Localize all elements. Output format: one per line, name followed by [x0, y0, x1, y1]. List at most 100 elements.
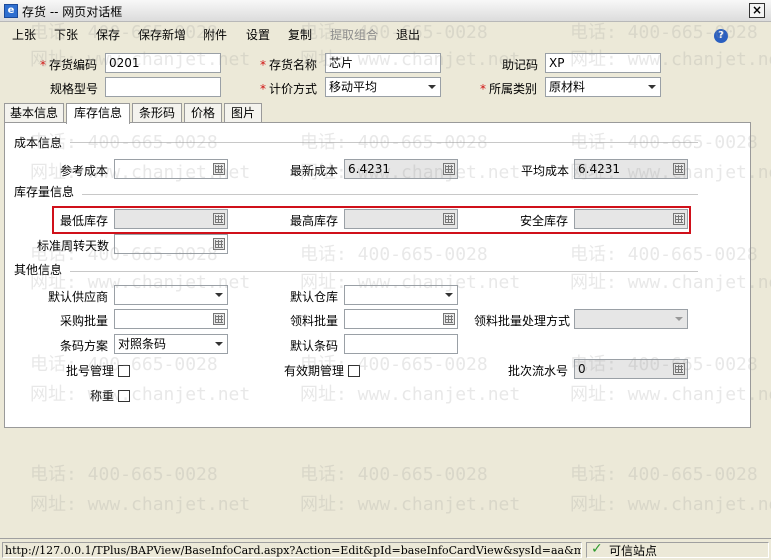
safe-stock-field[interactable]	[574, 209, 688, 229]
issue-method-select	[574, 309, 688, 329]
min-stock-field[interactable]	[114, 209, 228, 229]
weighing-label: 称重	[90, 389, 115, 403]
status-url: http://127.0.0.1/TPlus/BAPView/BaseInfoC…	[2, 542, 582, 558]
calculator-icon	[443, 163, 455, 175]
category-select[interactable]: 原材料	[545, 77, 661, 97]
tab-price[interactable]: 价格	[184, 103, 222, 123]
mnemonic-field[interactable]: XP	[545, 53, 661, 73]
menu-copy[interactable]: 复制	[288, 26, 312, 43]
zone-label: 可信站点	[609, 544, 658, 558]
max-stock-label: 最高库存	[290, 214, 339, 228]
tab-image[interactable]: 图片	[224, 103, 262, 123]
avg-cost-field: 6.4231	[574, 159, 688, 179]
tab-barcode[interactable]: 条形码	[132, 103, 182, 123]
calculator-icon	[673, 163, 685, 175]
expiry-mgmt-checkbox[interactable]	[348, 365, 360, 377]
menu-save-new[interactable]: 保存新增	[138, 26, 186, 43]
category-label: * 所属类别	[480, 82, 538, 96]
other-section-title: 其他信息	[14, 263, 63, 277]
supplier-select[interactable]	[114, 285, 228, 305]
status-bar: http://127.0.0.1/TPlus/BAPView/BaseInfoC…	[0, 538, 771, 560]
tab-inventory-info[interactable]: 库存信息	[66, 103, 130, 124]
cost-section-title: 成本信息	[14, 136, 63, 150]
name-field[interactable]: 芯片	[325, 53, 441, 73]
calculator-icon[interactable]	[443, 313, 455, 325]
security-zone: ✓ 可信站点	[586, 542, 769, 558]
tab-basic-info[interactable]: 基本信息	[4, 103, 64, 123]
pricing-select[interactable]: 移动平均	[325, 77, 441, 97]
ref-cost-label: 参考成本	[60, 164, 109, 178]
avg-cost-label: 平均成本	[521, 164, 570, 178]
menu-next[interactable]: 下张	[54, 26, 78, 43]
stock-section-title: 库存量信息	[14, 185, 75, 199]
divider	[70, 142, 698, 143]
batch-serial-field[interactable]: 0	[574, 359, 688, 379]
turnover-label: 标准周转天数	[37, 239, 110, 253]
warehouse-label: 默认仓库	[290, 290, 339, 304]
issue-method-label: 领料批量处理方式	[474, 314, 571, 328]
code-label: * 存货编码	[40, 58, 98, 72]
title-bar: e 存货 -- 网页对话框 ×	[0, 0, 771, 22]
chevron-down-icon	[215, 342, 223, 346]
issue-batch-label: 领料批量	[290, 314, 339, 328]
turnover-field[interactable]	[114, 234, 228, 254]
latest-cost-field: 6.4231	[344, 159, 458, 179]
watermark-site: 网址: www.chanjet.net	[30, 494, 251, 515]
default-barcode-field[interactable]	[344, 334, 458, 354]
watermark-site: 网址: www.chanjet.net	[300, 494, 521, 515]
batch-mgmt-checkbox[interactable]	[118, 365, 130, 377]
divider	[70, 271, 698, 272]
help-icon[interactable]: ?	[714, 29, 728, 43]
menu-save[interactable]: 保存	[96, 26, 120, 43]
chevron-down-icon	[675, 317, 683, 321]
purchase-batch-label: 采购批量	[60, 314, 109, 328]
check-icon: ✓	[591, 541, 603, 557]
min-stock-label: 最低库存	[60, 214, 109, 228]
weighing-checkbox[interactable]	[118, 390, 130, 402]
batch-mgmt-label: 批号管理	[66, 364, 115, 378]
menu-extract-combo: 提取组合	[330, 28, 379, 42]
menu-bar: 上张 下张 保存 保存新增 附件 设置 复制 提取组合 退出	[0, 22, 771, 44]
supplier-label: 默认供应商	[48, 290, 109, 304]
menu-exit[interactable]: 退出	[396, 26, 420, 43]
menu-prev[interactable]: 上张	[12, 26, 36, 43]
spec-label: 规格型号	[50, 82, 99, 96]
max-stock-field[interactable]	[344, 209, 458, 229]
close-button[interactable]: ×	[749, 3, 765, 18]
watermark-phone: 电话: 400-665-0028	[30, 464, 218, 485]
batch-serial-label: 批次流水号	[508, 364, 569, 378]
latest-cost-label: 最新成本	[290, 164, 339, 178]
warehouse-select[interactable]	[344, 285, 458, 305]
ref-cost-field[interactable]	[114, 159, 228, 179]
chevron-down-icon	[648, 85, 656, 89]
mnemonic-label: 助记码	[502, 58, 539, 72]
calculator-icon[interactable]	[213, 213, 225, 225]
safe-stock-label: 安全库存	[520, 214, 569, 228]
calculator-icon[interactable]	[673, 363, 685, 375]
ie-icon: e	[4, 4, 18, 18]
default-barcode-label: 默认条码	[290, 339, 339, 353]
divider	[82, 194, 698, 195]
calculator-icon[interactable]	[213, 238, 225, 250]
issue-batch-field[interactable]	[344, 309, 458, 329]
watermark-phone: 电话: 400-665-0028	[300, 464, 488, 485]
name-label: * 存货名称	[260, 58, 318, 72]
pricing-label: * 计价方式	[260, 82, 318, 96]
spec-field[interactable]	[105, 77, 221, 97]
watermark-phone: 电话: 400-665-0028	[570, 464, 758, 485]
barcode-scheme-select[interactable]: 对照条码	[114, 334, 228, 354]
calculator-icon[interactable]	[443, 213, 455, 225]
window-title: 存货 -- 网页对话框	[22, 5, 123, 19]
calculator-icon[interactable]	[213, 163, 225, 175]
purchase-batch-field[interactable]	[114, 309, 228, 329]
barcode-scheme-label: 条码方案	[60, 339, 109, 353]
chevron-down-icon	[445, 293, 453, 297]
expiry-mgmt-label: 有效期管理	[284, 364, 345, 378]
calculator-icon[interactable]	[673, 213, 685, 225]
menu-settings[interactable]: 设置	[246, 26, 270, 43]
chevron-down-icon	[215, 293, 223, 297]
menu-attachment[interactable]: 附件	[203, 26, 227, 43]
calculator-icon[interactable]	[213, 313, 225, 325]
chevron-down-icon	[428, 85, 436, 89]
code-field[interactable]: 0201	[105, 53, 221, 73]
